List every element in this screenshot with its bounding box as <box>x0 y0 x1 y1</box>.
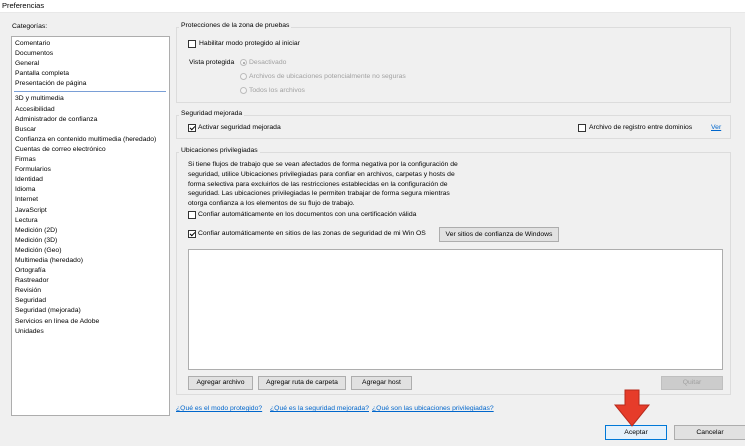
cancel-button[interactable]: Cancelar <box>674 425 745 440</box>
category-item-revision[interactable]: Revisión <box>14 286 169 296</box>
category-item-unidades[interactable]: Unidades <box>14 327 169 337</box>
category-item-cuentas-de-correo-electronico[interactable]: Cuentas de correo electrónico <box>14 145 169 155</box>
arrow-down-icon <box>613 389 651 427</box>
option-off-label: Desactivado <box>249 59 287 66</box>
categories-label: Categorías: <box>12 23 48 30</box>
category-item-rastreador[interactable]: Rastreador <box>14 276 169 286</box>
option-all-radio[interactable] <box>240 87 247 94</box>
option-off-radio[interactable] <box>240 59 247 66</box>
help-enhanced-security-link[interactable]: ¿Qué es la seguridad mejorada? <box>270 404 369 413</box>
crossdomain-log-label: Archivo de registro entre dominios <box>589 124 693 131</box>
category-item-medicion-geo[interactable]: Medición (Geo) <box>14 246 169 256</box>
add-host-button[interactable]: Agregar host <box>351 376 412 390</box>
category-item-identidad[interactable]: Identidad <box>14 175 169 185</box>
category-item-administrador-de-confianza[interactable]: Administrador de confianza <box>14 115 169 125</box>
category-item-firmas[interactable]: Firmas <box>14 155 169 165</box>
trust-sites-checkbox[interactable] <box>188 230 196 238</box>
categories-separator <box>14 91 166 93</box>
privileged-description: Si tiene flujos de trabajo que se vean a… <box>188 161 458 208</box>
category-item-buscar[interactable]: Buscar <box>14 125 169 135</box>
category-item-confianza-en-contenido-multimedia-heredado[interactable]: Confianza en contenido multimedia (hered… <box>14 135 169 145</box>
add-file-button[interactable]: Agregar archivo <box>188 376 253 390</box>
view-log-link[interactable]: Ver <box>711 123 721 132</box>
option-unsafe-radio[interactable] <box>240 73 247 80</box>
category-item-3d-y-multimedia[interactable]: 3D y multimedia <box>14 94 169 104</box>
protected-mode-label: Habilitar modo protegido al iniciar <box>199 40 300 47</box>
ok-button[interactable]: Aceptar <box>605 425 667 440</box>
privileged-title: Ubicaciones privilegiadas <box>179 147 260 154</box>
protected-mode-checkbox[interactable] <box>188 40 196 48</box>
categories-list[interactable]: Comentario Documentos General Pantalla comp… <box>11 36 170 416</box>
sandbox-title: Protecciones de la zona de pruebas <box>179 22 292 29</box>
category-item-accesibilidad[interactable]: Accesibilidad <box>14 105 169 115</box>
add-folder-button[interactable]: Agregar ruta de carpeta <box>258 376 346 390</box>
window-title: Preferencias <box>0 0 745 13</box>
privileged-locations-list[interactable] <box>188 249 723 370</box>
category-item-comentario[interactable]: Comentario <box>14 39 169 49</box>
category-item-ortografia[interactable]: Ortografía <box>14 266 169 276</box>
enhanced-title: Seguridad mejorada <box>179 110 245 117</box>
remove-button[interactable]: Quitar <box>661 376 723 390</box>
view-protected-label: Vista protegida <box>189 59 235 66</box>
category-item-documentos[interactable]: Documentos <box>14 49 169 59</box>
category-item-multimedia-heredado[interactable]: Multimedia (heredado) <box>14 256 169 266</box>
crossdomain-log-checkbox[interactable] <box>578 124 586 132</box>
category-item-seguridad[interactable]: Seguridad <box>14 296 169 306</box>
category-item-servicios-en-linea-de-adobe[interactable]: Servicios en línea de Adobe <box>14 317 169 327</box>
trust-sites-label: Confiar automáticamente en sitios de las… <box>198 230 426 237</box>
help-privileged-locations-link[interactable]: ¿Qué son las ubicaciones privilegiadas? <box>372 404 494 413</box>
category-item-pantalla-completa[interactable]: Pantalla completa <box>14 69 169 79</box>
enable-enhanced-label: Activar seguridad mejorada <box>198 124 281 131</box>
option-unsafe-label: Archivos de ubicaciones potencialmente n… <box>249 73 406 80</box>
trust-certified-label: Confiar automáticamente en los documento… <box>198 211 417 218</box>
help-protected-mode-link[interactable]: ¿Qué es el modo protegido? <box>176 404 262 413</box>
trust-certified-checkbox[interactable] <box>188 211 196 219</box>
category-item-medicion-2d[interactable]: Medición (2D) <box>14 226 169 236</box>
view-trusted-sites-button[interactable]: Ver sitios de confianza de Windows <box>439 227 559 242</box>
category-item-javascript[interactable]: JavaScript <box>14 206 169 216</box>
category-item-idioma[interactable]: Idioma <box>14 185 169 195</box>
category-item-internet[interactable]: Internet <box>14 195 169 205</box>
category-item-general[interactable]: General <box>14 59 169 69</box>
category-item-formularios[interactable]: Formularios <box>14 165 169 175</box>
category-item-medicion-3d[interactable]: Medición (3D) <box>14 236 169 246</box>
category-item-seguridad-mejorada[interactable]: Seguridad (mejorada) <box>14 306 169 316</box>
option-all-label: Todos los archivos <box>249 87 305 94</box>
category-item-presentacion-de-pagina[interactable]: Presentación de página <box>14 79 169 89</box>
category-item-lectura[interactable]: Lectura <box>14 216 169 226</box>
enable-enhanced-checkbox[interactable] <box>188 124 196 132</box>
